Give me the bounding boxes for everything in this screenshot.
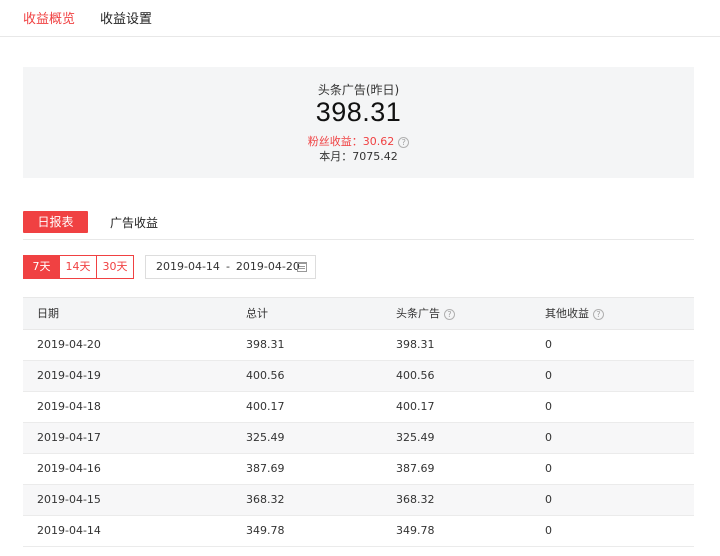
- cell-other-income: 0: [545, 338, 552, 351]
- date-end: 2019-04-20: [235, 260, 300, 273]
- cell-toutiao-ad: 349.78: [396, 524, 435, 537]
- table-row: 2019-04-15 368.32 368.32 0: [23, 485, 694, 516]
- date-range-picker[interactable]: 2019-04-14-2019-04-20: [145, 255, 316, 279]
- help-icon[interactable]: ?: [444, 308, 455, 320]
- cell-total: 400.17: [246, 400, 285, 413]
- header-total: 总计: [246, 307, 268, 320]
- cell-total: 325.49: [246, 431, 285, 444]
- table-row: 2019-04-18 400.17 400.17 0: [23, 392, 694, 423]
- date-separator: -: [225, 260, 230, 273]
- sub-tab-bar: 日报表 广告收益: [23, 211, 694, 240]
- cell-total: 400.56: [246, 369, 285, 382]
- cell-other-income: 0: [545, 431, 552, 444]
- cell-date: 2019-04-16: [37, 462, 101, 475]
- tab-income-settings[interactable]: 收益设置: [100, 12, 152, 28]
- cell-other-income: 0: [545, 369, 552, 382]
- cell-toutiao-ad: 368.32: [396, 493, 435, 506]
- help-icon[interactable]: ?: [593, 308, 604, 320]
- cell-other-income: 0: [545, 524, 552, 537]
- tab-income-overview[interactable]: 收益概览: [23, 12, 75, 28]
- cell-date: 2019-04-19: [37, 369, 101, 382]
- table-row: 2019-04-20 398.31 398.31 0: [23, 330, 694, 361]
- calendar-icon[interactable]: [297, 262, 307, 272]
- range-button-group: 7天 14天 30天: [23, 255, 134, 279]
- cell-total: 387.69: [246, 462, 285, 475]
- cell-total: 398.31: [246, 338, 285, 351]
- cell-toutiao-ad: 400.17: [396, 400, 435, 413]
- range-30-days-button[interactable]: 30天: [97, 255, 134, 279]
- header-date: 日期: [37, 307, 59, 320]
- tab-daily-report[interactable]: 日报表: [23, 211, 88, 233]
- cell-date: 2019-04-17: [37, 431, 101, 444]
- summary-panel: 头条广告(昨日) 398.31 粉丝收益：30.62? 本月：7075.42: [23, 67, 694, 178]
- summary-value: 398.31: [315, 97, 402, 127]
- top-tab-bar: 收益概览 收益设置: [0, 0, 720, 37]
- income-table: 日期 总计 头条广告? 其他收益? 2019-04-20 398.31 398.…: [23, 297, 694, 547]
- fans-income-line: 粉丝收益：30.62?: [23, 133, 694, 149]
- table-row: 2019-04-16 387.69 387.69 0: [23, 454, 694, 485]
- header-toutiao-ad: 头条广告?: [396, 298, 455, 329]
- range-7-days-button[interactable]: 7天: [23, 255, 60, 279]
- cell-total: 368.32: [246, 493, 285, 506]
- table-header: 日期 总计 头条广告? 其他收益?: [23, 297, 694, 330]
- cell-toutiao-ad: 325.49: [396, 431, 435, 444]
- summary-label: 头条广告(昨日): [317, 83, 400, 97]
- header-other-income: 其他收益?: [545, 298, 604, 329]
- help-icon[interactable]: ?: [398, 136, 410, 148]
- date-start: 2019-04-14: [156, 260, 220, 273]
- table-row: 2019-04-14 349.78 349.78 0: [23, 516, 694, 547]
- cell-toutiao-ad: 387.69: [396, 462, 435, 475]
- fans-income: 粉丝收益：30.62: [307, 135, 395, 148]
- table-row: 2019-04-19 400.56 400.56 0: [23, 361, 694, 392]
- cell-date: 2019-04-14: [37, 524, 101, 537]
- cell-toutiao-ad: 398.31: [396, 338, 435, 351]
- tab-ad-income[interactable]: 广告收益: [110, 214, 158, 231]
- cell-date: 2019-04-18: [37, 400, 101, 413]
- cell-other-income: 0: [545, 400, 552, 413]
- this-month-income: 本月：7075.42: [319, 150, 398, 163]
- cell-total: 349.78: [246, 524, 285, 537]
- cell-toutiao-ad: 400.56: [396, 369, 435, 382]
- cell-date: 2019-04-20: [37, 338, 101, 351]
- range-14-days-button[interactable]: 14天: [60, 255, 97, 279]
- table-row: 2019-04-17 325.49 325.49 0: [23, 423, 694, 454]
- cell-other-income: 0: [545, 462, 552, 475]
- cell-other-income: 0: [545, 493, 552, 506]
- cell-date: 2019-04-15: [37, 493, 101, 506]
